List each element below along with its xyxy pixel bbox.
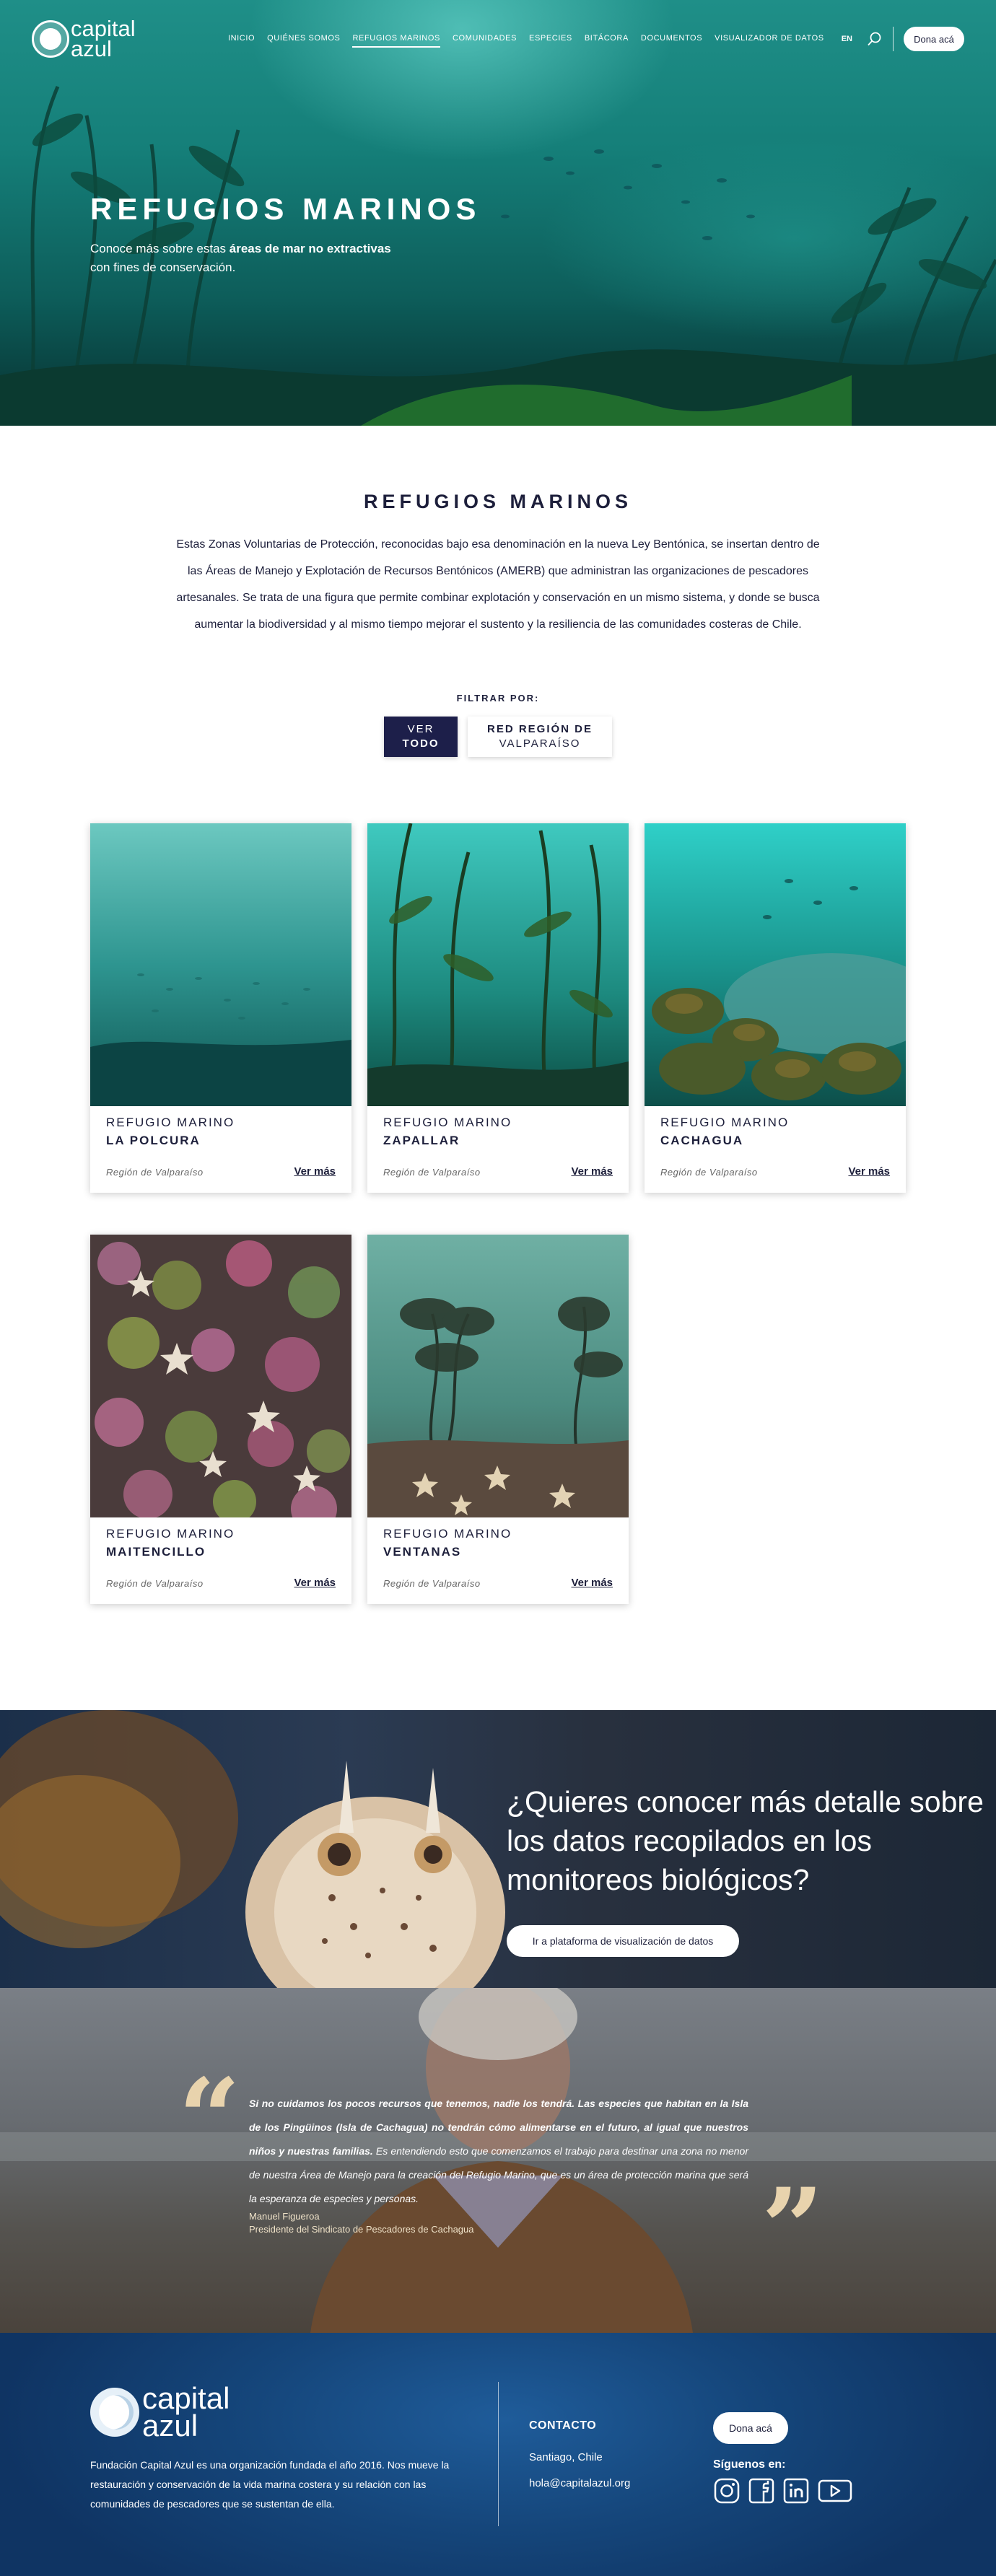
- card-title: ZAPALLAR: [383, 1134, 460, 1147]
- hero-subtitle-text: Conoce más sobre estas: [90, 242, 230, 255]
- nav-item-documentos[interactable]: DOCUMENTOS: [641, 34, 702, 48]
- card-more-link[interactable]: Ver más: [571, 1577, 613, 1589]
- fish-photo: [0, 1710, 505, 1988]
- filter-all-label-top: VER: [407, 723, 434, 735]
- filter-region-button[interactable]: RED REGIÓN DE VALPARAÍSO: [468, 717, 612, 757]
- card-title: MAITENCILLO: [106, 1545, 206, 1559]
- social-links: [713, 2477, 860, 2508]
- card-title: CACHAGUA: [660, 1134, 744, 1147]
- card-image-zapallar: [367, 823, 629, 1106]
- nav-item-refugios-marinos[interactable]: REFUGIOS MARINOS: [352, 34, 440, 48]
- nav-item-inicio[interactable]: INICIO: [228, 34, 255, 48]
- card-image-ventanas: [367, 1235, 629, 1517]
- filter-region-label-bottom: VALPARAÍSO: [499, 737, 581, 750]
- nav-item-bitacora[interactable]: BITÁCORA: [585, 34, 629, 48]
- data-platform-banner: ¿Quieres conocer más detalle sobre los d…: [0, 1710, 996, 1988]
- card-region: Región de Valparaíso: [383, 1167, 481, 1178]
- hero-subtitle-bold: áreas de mar no extractivas: [229, 242, 391, 255]
- footer-about: Fundación Capital Azul es una organizaci…: [90, 2459, 450, 2510]
- card-more-link[interactable]: Ver más: [848, 1165, 890, 1178]
- youtube-icon[interactable]: [817, 2477, 853, 2508]
- hero-subtitle-end: con fines de conservación.: [90, 260, 236, 274]
- filter-group: VER TODO RED REGIÓN DE VALPARAÍSO: [0, 717, 996, 757]
- site-footer: capital azul Fundación Capital Azul es u…: [0, 2333, 996, 2576]
- open-quote-mark: “: [178, 2055, 241, 2182]
- card-image-cachagua: [645, 823, 906, 1106]
- hero-title: REFUGIOS MARINOS: [90, 192, 481, 226]
- card-title: LA POLCURA: [106, 1134, 201, 1147]
- filter-label: FILTRAR POR:: [456, 693, 540, 704]
- refuge-card-ventanas[interactable]: REFUGIO MARINO VENTANAS Región de Valpar…: [367, 1235, 629, 1604]
- data-banner-heading: ¿Quieres conocer más detalle sobre los d…: [507, 1785, 984, 1896]
- logo-line-2: azul: [71, 35, 112, 61]
- filter-region-label-top: RED REGIÓN DE: [486, 723, 593, 735]
- footer-donate-button[interactable]: Dona acá: [713, 2412, 788, 2444]
- facebook-icon[interactable]: [748, 2477, 775, 2508]
- instagram-icon[interactable]: [713, 2477, 741, 2508]
- logo-icon: [90, 2387, 139, 2437]
- footer-logo[interactable]: capital azul: [90, 2383, 230, 2443]
- logo-icon: [32, 19, 69, 58]
- nav-divider: [893, 27, 894, 51]
- testimonial-text: Si no cuidamos los pocos recursos que te…: [249, 2092, 748, 2211]
- card-region: Región de Valparaíso: [383, 1578, 481, 1589]
- card-more-link[interactable]: Ver más: [294, 1165, 336, 1178]
- close-quote-mark: ”: [761, 2165, 824, 2292]
- refuge-card-maitencillo[interactable]: REFUGIO MARINO MAITENCILLO Región de Val…: [90, 1235, 351, 1604]
- donate-button[interactable]: Dona acá: [904, 27, 964, 51]
- hero-subtitle: Conoce más sobre estas áreas de mar no e…: [90, 240, 466, 277]
- contact-city: Santiago, Chile: [529, 2451, 603, 2463]
- contact-title: CONTACTO: [529, 2419, 597, 2432]
- card-region: Región de Valparaíso: [106, 1578, 204, 1589]
- testimonial-author: Manuel Figueroa Presidente del Sindicato…: [249, 2210, 474, 2236]
- logo-wordmark: capital azul: [71, 17, 136, 61]
- section-title: REFUGIOS MARINOS: [363, 491, 632, 512]
- data-platform-button[interactable]: Ir a plataforma de visualización de dato…: [507, 1925, 739, 1957]
- refuge-card-zapallar[interactable]: REFUGIO MARINO ZAPALLAR Región de Valpar…: [367, 823, 629, 1193]
- card-kicker: REFUGIO MARINO: [383, 1116, 512, 1129]
- card-region: Región de Valparaíso: [660, 1167, 758, 1178]
- linkedin-icon[interactable]: [782, 2477, 810, 2508]
- card-region: Región de Valparaíso: [106, 1167, 204, 1178]
- refuge-card-la-polcura[interactable]: REFUGIO MARINO LA POLCURA Región de Valp…: [90, 823, 351, 1193]
- refuge-card-cachagua[interactable]: REFUGIO MARINO CACHAGUA Región de Valpar…: [645, 823, 906, 1193]
- hero-banner: capital azul INICIO QUIÉNES SOMOS REFUGI…: [0, 0, 996, 426]
- site-logo[interactable]: capital azul: [32, 17, 136, 61]
- card-image-la-polcura: [90, 823, 351, 1106]
- search-icon[interactable]: [867, 31, 883, 47]
- intro-paragraph: Estas Zonas Voluntarias de Protección, r…: [176, 538, 820, 631]
- author-role: Presidente del Sindicato de Pescadores d…: [249, 2224, 474, 2235]
- card-title: VENTANAS: [383, 1545, 462, 1559]
- author-name: Manuel Figueroa: [249, 2211, 320, 2222]
- nav-item-visualizador[interactable]: VISUALIZADOR DE DATOS: [715, 34, 824, 48]
- logo-wordmark: capital azul: [142, 2383, 230, 2443]
- language-switch[interactable]: EN: [842, 35, 852, 47]
- card-kicker: REFUGIO MARINO: [106, 1116, 235, 1129]
- nav-item-quienes-somos[interactable]: QUIÉNES SOMOS: [267, 34, 340, 48]
- filter-all-button[interactable]: VER TODO: [384, 717, 458, 757]
- logo-line-2: azul: [142, 2408, 198, 2443]
- filter-all-label-bottom: TODO: [402, 737, 440, 750]
- card-more-link[interactable]: Ver más: [294, 1577, 336, 1589]
- follow-label: Síguenos en:: [713, 2458, 786, 2471]
- nav-item-especies[interactable]: ESPECIES: [529, 34, 572, 48]
- nav-item-comunidades[interactable]: COMUNIDADES: [453, 34, 517, 48]
- card-image-maitencillo: [90, 1235, 351, 1517]
- card-more-link[interactable]: Ver más: [571, 1165, 613, 1178]
- testimonial-section: “ ” Si no cuidamos los pocos recursos qu…: [0, 1988, 996, 2333]
- card-kicker: REFUGIO MARINO: [383, 1527, 512, 1541]
- main-navigation: INICIO QUIÉNES SOMOS REFUGIOS MARINOS CO…: [216, 27, 964, 54]
- card-kicker: REFUGIO MARINO: [660, 1116, 790, 1129]
- footer-divider: [498, 2382, 499, 2526]
- card-kicker: REFUGIO MARINO: [106, 1527, 235, 1541]
- contact-email[interactable]: hola@capitalazul.org: [529, 2477, 630, 2489]
